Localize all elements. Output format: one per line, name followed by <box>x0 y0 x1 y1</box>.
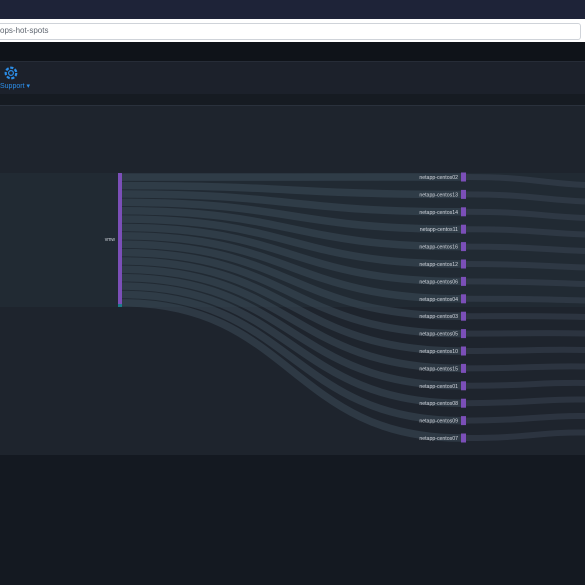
sankey-target-node[interactable] <box>461 398 466 408</box>
sankey-diagram: vmw netapp-centos02 netapp-centos13 netapp-… <box>0 172 585 443</box>
sankey-target-node[interactable] <box>461 224 466 234</box>
sankey-target-label: netapp-centos16 <box>419 245 458 251</box>
sankey-outgoing-link[interactable] <box>465 412 585 424</box>
sankey-target-label: netapp-centos10 <box>419 349 458 355</box>
lifebuoy-icon[interactable] <box>4 66 18 80</box>
sankey-target-node[interactable] <box>461 259 466 269</box>
sankey-target-label: netapp-centos11 <box>420 227 458 233</box>
sankey-target-node[interactable] <box>461 207 466 217</box>
sankey-outgoing-link[interactable] <box>465 379 585 389</box>
sankey-target-label: netapp-centos05 <box>419 332 458 338</box>
sankey-source-node-tail <box>118 304 122 307</box>
sankey-target-node[interactable] <box>461 242 466 252</box>
sankey-outgoing-link[interactable] <box>465 313 585 320</box>
sankey-target-node[interactable] <box>461 329 466 339</box>
sankey-target-node[interactable] <box>461 381 466 391</box>
sankey-target-label: netapp-centos04 <box>419 297 458 303</box>
sankey-source-label: vmw <box>105 237 116 243</box>
sankey-source-node[interactable] <box>118 173 122 304</box>
browser-address-bar: ops-hot-spots <box>0 19 585 43</box>
toolbar-strip <box>0 94 585 105</box>
support-menu[interactable]: Support ▾ <box>0 82 30 90</box>
sankey-target-node[interactable] <box>461 433 466 443</box>
sankey-outgoing-link[interactable] <box>465 278 585 287</box>
app-nav-bar <box>0 42 585 61</box>
sankey-target-node[interactable] <box>461 416 466 426</box>
sankey-outgoing-link[interactable] <box>465 261 585 271</box>
sankey-target-label: netapp-centos07 <box>419 436 458 442</box>
sankey-target-node[interactable] <box>461 189 466 199</box>
sankey-target-label: netapp-centos15 <box>419 366 458 372</box>
sankey-target-label: netapp-centos13 <box>419 192 458 198</box>
url-text: ops-hot-spots <box>0 26 49 35</box>
sankey-outgoing-link[interactable] <box>465 295 585 304</box>
sankey-panel: vmw netapp-centos02 netapp-centos13 netapp-… <box>0 105 585 457</box>
sankey-outgoing-link[interactable] <box>465 429 585 441</box>
sankey-target-node[interactable] <box>461 294 466 304</box>
sankey-target-label: netapp-centos08 <box>419 401 458 407</box>
browser-title-bar <box>0 0 585 19</box>
sankey-target-node[interactable] <box>461 172 466 182</box>
sankey-target-label: netapp-centos06 <box>419 279 458 285</box>
sankey-outgoing-link[interactable] <box>465 396 585 407</box>
sankey-target-label: netapp-centos09 <box>419 419 458 425</box>
sankey-target-node[interactable] <box>461 311 466 321</box>
sankey-target-label: netapp-centos14 <box>419 210 458 216</box>
sankey-target-label: netapp-centos01 <box>419 384 458 390</box>
page-background <box>0 455 585 585</box>
sankey-target-label: netapp-centos12 <box>419 262 458 268</box>
sankey-target-node[interactable] <box>461 363 466 373</box>
sankey-outgoing-link[interactable] <box>465 363 585 372</box>
url-input[interactable]: ops-hot-spots <box>0 23 581 40</box>
sankey-target-node[interactable] <box>461 276 466 286</box>
sankey-target-label: netapp-centos03 <box>419 314 458 320</box>
app-header: Support ▾ <box>0 61 585 95</box>
sankey-outgoing-link[interactable] <box>465 346 585 354</box>
sankey-outgoing-link[interactable] <box>465 330 585 337</box>
sankey-target-label: netapp-centos02 <box>419 175 458 181</box>
sankey-target-node[interactable] <box>461 346 466 356</box>
